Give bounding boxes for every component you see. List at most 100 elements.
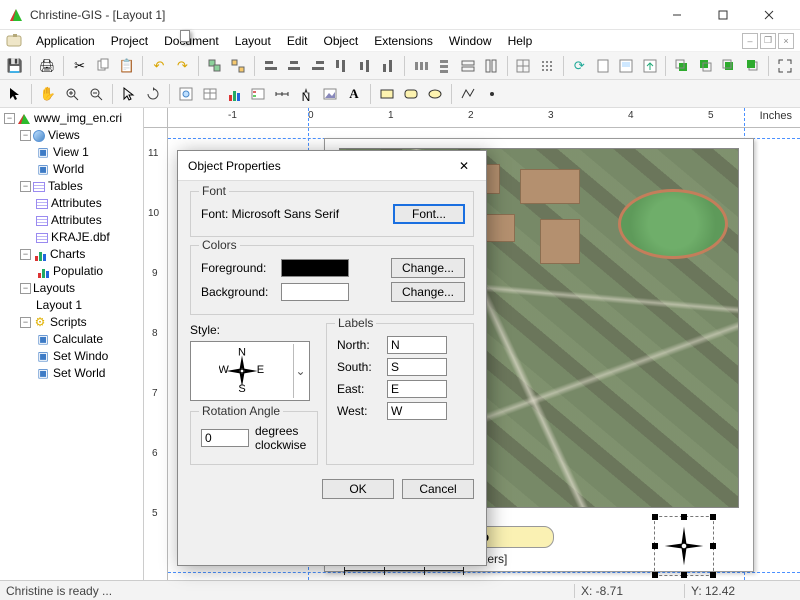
cut-button[interactable]: ✂ [69,55,90,77]
menu-project[interactable]: Project [105,32,154,50]
draw-roundrect-tool[interactable] [400,83,422,105]
change-foreground-button[interactable]: Change... [391,258,465,278]
refresh-button[interactable]: ⟳ [569,55,590,77]
undo-button[interactable]: ↶ [148,55,169,77]
mdi-minimize-button[interactable]: – [742,33,758,49]
window-maximize-button[interactable] [700,0,746,30]
tree-collapse-icon[interactable]: − [20,283,31,294]
west-input[interactable] [387,402,447,420]
cancel-button[interactable]: Cancel [402,479,474,499]
tree-item[interactable]: Populatio [53,263,103,280]
tree-root[interactable]: www_img_en.cri [34,110,122,127]
group-button[interactable] [204,55,225,77]
font-button[interactable]: Font... [393,204,465,224]
tree-charts[interactable]: Charts [50,246,85,263]
menu-document[interactable]: Document [158,32,225,50]
insert-chart-tool[interactable] [223,83,245,105]
tree-item[interactable]: Calculate [53,331,103,348]
select-tool[interactable] [4,83,26,105]
tree-layouts[interactable]: Layouts [33,280,75,297]
snap-grid-button[interactable] [536,55,557,77]
south-input[interactable] [387,358,447,376]
insert-scalebar-tool[interactable] [271,83,293,105]
pan-tool[interactable]: ✋ [37,83,59,105]
north-input[interactable] [387,336,447,354]
tree-item[interactable]: Attributes [51,212,102,229]
align-middle-button[interactable] [354,55,375,77]
menu-application[interactable]: Application [30,32,101,50]
dialog-close-button[interactable]: ✕ [452,154,476,178]
tree-item[interactable]: Attributes [51,195,102,212]
insert-table-tool[interactable] [199,83,221,105]
tree-item[interactable]: Layout 1 [36,297,82,314]
align-bottom-button[interactable] [377,55,398,77]
tree-scripts[interactable]: Scripts [50,314,87,331]
menu-edit[interactable]: Edit [281,32,314,50]
page-setup-button[interactable] [592,55,613,77]
rotation-input[interactable] [201,429,249,447]
copy-button[interactable] [92,55,113,77]
insert-view-tool[interactable] [175,83,197,105]
tree-item[interactable]: KRAJE.dbf [51,229,110,246]
draw-point-tool[interactable] [481,83,503,105]
insert-northarrow-tool[interactable]: N [295,83,317,105]
edit-vertices-tool[interactable] [118,83,140,105]
print-button[interactable]: 🖨 [36,55,57,77]
zoom-in-tool[interactable] [61,83,83,105]
tree-item[interactable]: World [53,161,84,178]
mdi-restore-button[interactable]: ❐ [760,33,776,49]
tree-item[interactable]: Set Windo [53,348,108,365]
tree-item[interactable]: Set World [53,365,105,382]
ungroup-button[interactable] [228,55,249,77]
draw-rect-tool[interactable] [376,83,398,105]
align-center-button[interactable] [284,55,305,77]
full-extent-button[interactable] [774,55,795,77]
menu-object[interactable]: Object [318,32,365,50]
bring-forward-button[interactable] [718,55,739,77]
tree-views[interactable]: Views [48,127,80,144]
draw-polyline-tool[interactable] [457,83,479,105]
menu-window[interactable]: Window [443,32,498,50]
menu-layout[interactable]: Layout [229,32,277,50]
insert-text-tool[interactable]: A [343,83,365,105]
insert-image-tool[interactable] [319,83,341,105]
window-minimize-button[interactable] [654,0,700,30]
align-right-button[interactable] [307,55,328,77]
distribute-v-button[interactable] [433,55,454,77]
tree-collapse-icon[interactable]: − [20,317,31,328]
export-button[interactable] [639,55,660,77]
same-height-button[interactable] [480,55,501,77]
menu-help[interactable]: Help [502,32,539,50]
layout-props-button[interactable] [616,55,637,77]
project-tree[interactable]: − www_img_en.cri −Views ▣View 1 ▣World −… [0,108,143,384]
rotate-tool[interactable] [142,83,164,105]
mdi-close-button[interactable]: × [778,33,794,49]
window-close-button[interactable] [746,0,792,30]
dialog-titlebar[interactable]: Object Properties ✕ [178,151,486,181]
align-top-button[interactable] [330,55,351,77]
tree-collapse-icon[interactable]: − [20,130,31,141]
grid-props-button[interactable] [513,55,534,77]
insert-legend-tool[interactable] [247,83,269,105]
style-dropdown[interactable]: N S W E ⌄ [190,341,310,401]
menu-extensions[interactable]: Extensions [368,32,439,50]
paste-button[interactable]: 📋 [116,55,137,77]
same-width-button[interactable] [457,55,478,77]
align-left-button[interactable] [260,55,281,77]
tree-collapse-icon[interactable]: − [20,181,31,192]
draw-ellipse-tool[interactable] [424,83,446,105]
ok-button[interactable]: OK [322,479,394,499]
tree-item[interactable]: View 1 [53,144,89,161]
zoom-out-tool[interactable] [85,83,107,105]
north-arrow-object[interactable] [654,516,714,576]
tree-tables[interactable]: Tables [48,178,83,195]
send-backward-button[interactable] [742,55,763,77]
tree-collapse-icon[interactable]: − [4,113,15,124]
tree-collapse-icon[interactable]: − [20,249,31,260]
save-button[interactable]: 💾 [4,55,25,77]
redo-button[interactable]: ↷ [172,55,193,77]
send-back-button[interactable] [695,55,716,77]
distribute-h-button[interactable] [410,55,431,77]
bring-front-button[interactable] [671,55,692,77]
east-input[interactable] [387,380,447,398]
